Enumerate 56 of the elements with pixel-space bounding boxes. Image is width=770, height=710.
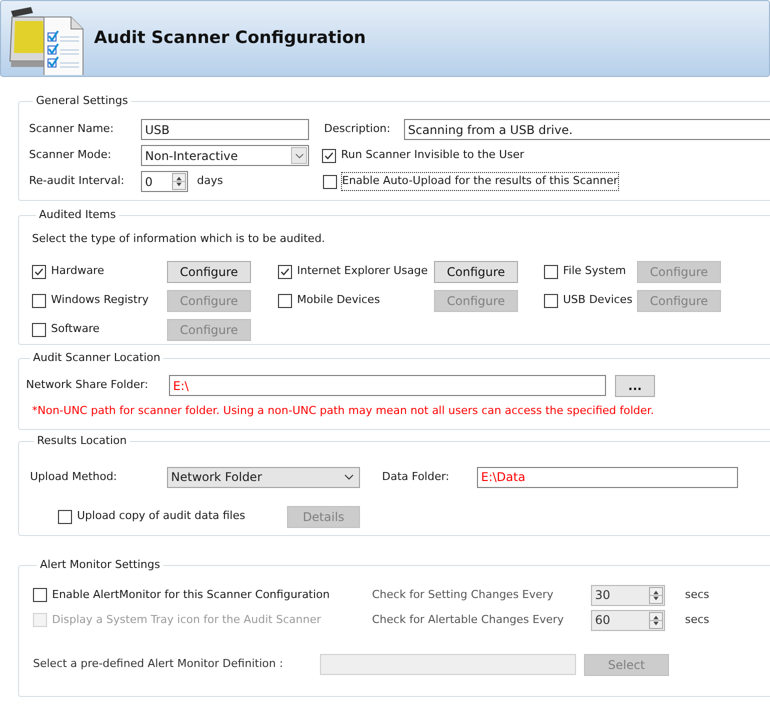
- checkbox[interactable]: [278, 294, 292, 308]
- checkbox[interactable]: [32, 264, 46, 278]
- button[interactable]: Configure: [167, 260, 251, 282]
- window-title: Audit Scanner Configuration: [94, 26, 366, 50]
- checkbox[interactable]: [322, 148, 336, 162]
- checkbox-label[interactable]: Hardware: [51, 263, 104, 280]
- checkbox[interactable]: [58, 510, 72, 524]
- button[interactable]: ...: [615, 374, 655, 396]
- field-label: Upload Method:: [30, 468, 118, 485]
- checkbox-label[interactable]: Enable AlertMonitor for this Scanner Configuration: [52, 586, 330, 604]
- group-title: Results Location: [36, 433, 128, 449]
- checkbox-label[interactable]: Software: [51, 321, 100, 338]
- field-label: Scanner Name:: [29, 121, 115, 138]
- field-label: Select a pre-defined Alert Monitor Definition :: [33, 656, 284, 672]
- dropdown[interactable]: Network Folder: [167, 466, 360, 488]
- field-label: Check for Setting Changes Every: [372, 586, 554, 603]
- checkbox-label[interactable]: Enable Auto-Upload for the results of this Scanner: [342, 173, 618, 190]
- checkbox-label[interactable]: Run Scanner Invisible to the User: [341, 147, 524, 164]
- checkbox[interactable]: [32, 294, 46, 308]
- field-label: Scanner Mode:: [29, 147, 112, 164]
- field-label: Network Share Folder:: [26, 377, 150, 394]
- checkbox[interactable]: [544, 264, 558, 278]
- checkbox[interactable]: [33, 588, 47, 602]
- button[interactable]: Configure: [434, 260, 518, 282]
- text-field[interactable]: Scanning from a USB drive.: [404, 119, 770, 140]
- field-label: Description:: [324, 121, 392, 138]
- chevron-down-icon: [344, 474, 354, 480]
- unit-label: secs: [685, 612, 710, 628]
- group-title: General Settings: [35, 93, 129, 109]
- checkbox[interactable]: [544, 294, 558, 308]
- field-label: Check for Alertable Changes Every: [372, 612, 565, 628]
- group-title: Audit Scanner Location: [32, 350, 162, 366]
- checkbox[interactable]: [278, 264, 292, 278]
- number-field[interactable]: 0: [141, 171, 188, 192]
- unit-label: secs: [685, 586, 710, 603]
- text-field[interactable]: E:\Data: [477, 466, 738, 488]
- checkbox[interactable]: [323, 174, 337, 188]
- checkbox-label[interactable]: Internet Explorer Usage: [297, 263, 428, 280]
- checkbox[interactable]: [32, 322, 46, 336]
- checkbox-label[interactable]: USB Devices: [563, 292, 632, 309]
- chevron-down-icon: [291, 147, 307, 164]
- warning-text: *Non-UNC path for scanner folder. Using a non-UNC path may mean not all users can access the specified folder.: [32, 402, 656, 418]
- field-label: Data Folder:: [382, 468, 450, 485]
- checkbox-label[interactable]: File System: [563, 263, 626, 280]
- text-field[interactable]: USB: [141, 119, 309, 140]
- text-field[interactable]: E:\: [169, 375, 606, 396]
- checkbox-label[interactable]: Windows Registry: [51, 292, 149, 309]
- checkbox-label[interactable]: Mobile Devices: [297, 292, 380, 309]
- checkbox-label[interactable]: Upload copy of audit data files: [77, 508, 246, 525]
- instruction-text: Select the type of information which is to be audited.: [32, 230, 326, 246]
- group-title: Audited Items: [38, 207, 117, 223]
- field-label: days: [197, 173, 224, 190]
- field-label: Re-audit Interval:: [29, 173, 126, 190]
- group-title: Alert Monitor Settings: [39, 557, 162, 573]
- spin-arrows-icon[interactable]: [172, 173, 186, 190]
- dropdown[interactable]: Non-Interactive: [141, 145, 309, 166]
